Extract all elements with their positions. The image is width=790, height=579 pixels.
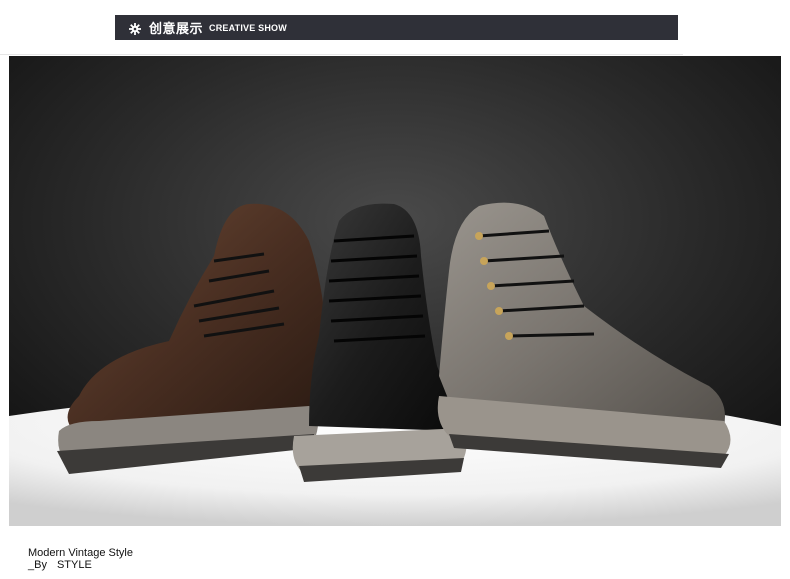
section-banner: 创意展示 CREATIVE SHOW [115, 15, 678, 40]
banner-title-cn: 创意展示 [149, 21, 204, 36]
caption: Modern Vintage Style _By STYLE [28, 547, 133, 571]
gear-icon [129, 22, 141, 35]
caption-line2-word: STYLE [56, 559, 92, 571]
caption-line2: _By STYLE [28, 559, 133, 571]
banner-title-en: CREATIVE SHOW [209, 22, 287, 33]
boots-photo [9, 56, 781, 526]
caption-line1: Modern Vintage Style [28, 547, 133, 559]
top-divider [0, 54, 683, 55]
caption-line2-prefix: _By [28, 559, 47, 571]
